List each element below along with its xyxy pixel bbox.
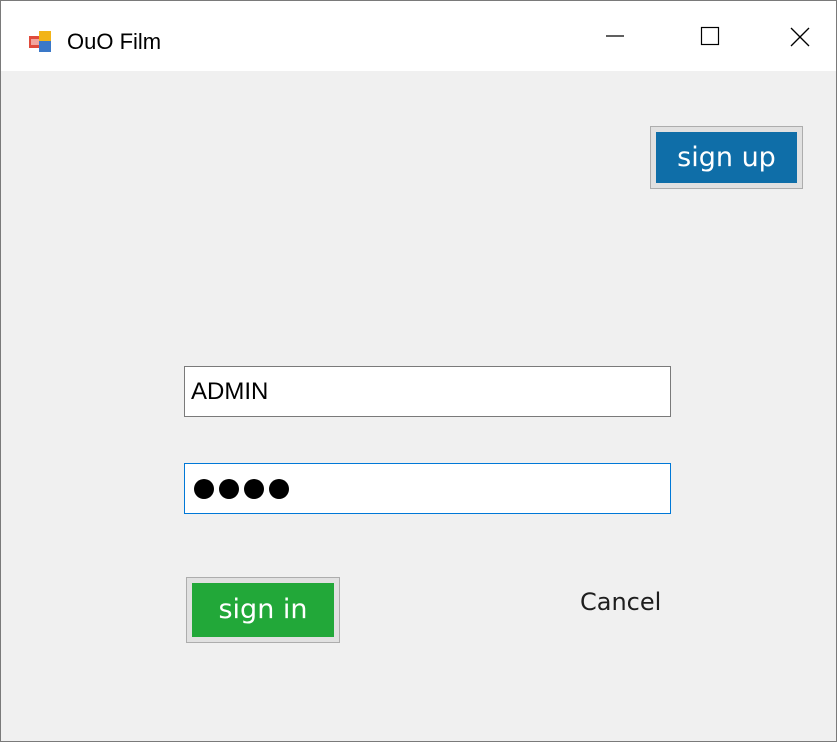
minimize-button[interactable] <box>579 1 651 71</box>
app-window: OuO Film sign up ADMIN sign in Cancel <box>0 0 837 742</box>
sign-up-label: sign up <box>656 132 797 183</box>
password-mask <box>194 476 289 502</box>
username-value: ADMIN <box>191 378 269 405</box>
cancel-button[interactable]: Cancel <box>580 587 661 617</box>
close-button[interactable] <box>763 1 835 71</box>
minimize-icon <box>606 35 624 37</box>
password-input[interactable] <box>184 463 671 514</box>
maximize-button[interactable] <box>674 1 746 71</box>
password-mask-dot <box>219 479 239 499</box>
title-bar[interactable]: OuO Film <box>1 1 836 71</box>
username-input[interactable]: ADMIN <box>184 366 671 417</box>
client-area: sign up ADMIN sign in Cancel <box>1 71 836 741</box>
sign-in-label: sign in <box>192 583 334 637</box>
maximize-icon <box>700 26 720 46</box>
password-mask-dot <box>244 479 264 499</box>
sign-up-button[interactable]: sign up <box>650 126 803 189</box>
app-icon <box>29 31 53 53</box>
window-title: OuO Film <box>67 29 162 54</box>
sign-in-button[interactable]: sign in <box>186 577 340 643</box>
close-icon <box>790 27 810 47</box>
password-mask-dot <box>269 479 289 499</box>
password-mask-dot <box>194 479 214 499</box>
